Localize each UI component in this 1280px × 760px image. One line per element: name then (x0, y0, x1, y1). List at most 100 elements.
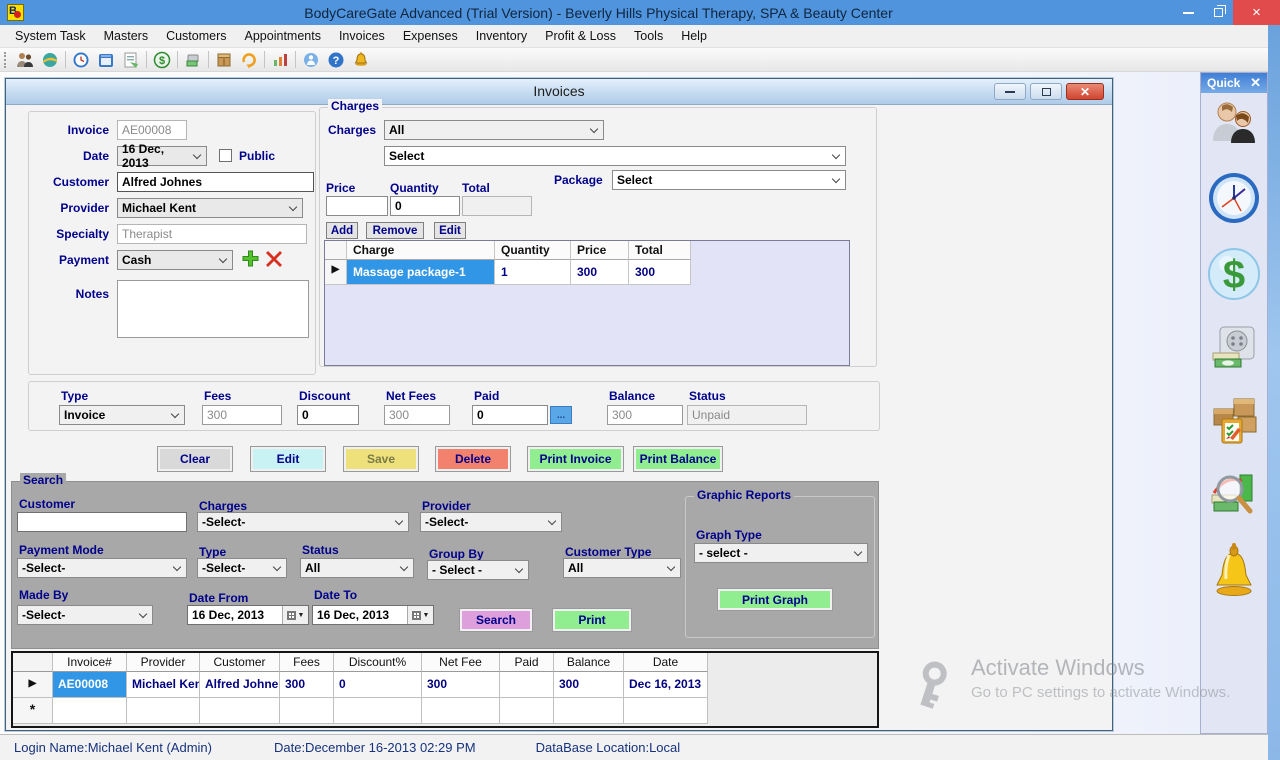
header-date[interactable]: Date (624, 653, 708, 672)
quick-panel-header[interactable]: Quick ✕ (1201, 73, 1267, 93)
header-discount[interactable]: Discount% (334, 653, 422, 672)
header-invoice[interactable]: Invoice# (53, 653, 127, 672)
reminder-bell-icon[interactable] (351, 50, 371, 70)
menu-item-expenses[interactable]: Expenses (394, 26, 467, 46)
menu-item-system-task[interactable]: System Task (6, 26, 95, 46)
masters-globe-icon[interactable] (40, 50, 60, 70)
inventory-boxes-icon[interactable] (1208, 393, 1260, 450)
print-balance-button[interactable]: Print Balance (634, 447, 722, 471)
menu-item-masters[interactable]: Masters (95, 26, 157, 46)
add-charge-button[interactable]: Add (326, 222, 358, 239)
header-provider[interactable]: Provider (127, 653, 200, 672)
print-invoice-button[interactable]: Print Invoice (528, 447, 623, 471)
customer-field[interactable] (117, 172, 314, 192)
refresh-arrow-icon[interactable] (239, 50, 259, 70)
charge-select-dropdown[interactable]: Select (384, 146, 846, 166)
header-balance[interactable]: Balance (554, 653, 624, 672)
cell-provider[interactable]: Michael Kent (127, 672, 200, 698)
group-by-dropdown[interactable]: - Select - (427, 560, 529, 580)
invoices-close-button[interactable]: ✕ (1066, 83, 1104, 100)
appointments-clock-icon[interactable] (71, 50, 91, 70)
invoice-number-field[interactable] (117, 120, 187, 140)
paid-more-button[interactable]: ... (550, 406, 572, 424)
window-restore-button[interactable] (1203, 0, 1233, 25)
tools-icon[interactable] (301, 50, 321, 70)
invoices-dollar-icon[interactable]: $ (1207, 247, 1261, 306)
quick-panel-close-icon[interactable]: ✕ (1250, 75, 1261, 91)
made-by-dropdown[interactable]: -Select- (17, 605, 153, 625)
results-grid-row[interactable]: ▶ AE00008 Michael Kent Alfred Johnes 300… (13, 672, 877, 698)
window-minimize-button[interactable] (1173, 0, 1203, 25)
customer-type-dropdown[interactable]: All (563, 558, 681, 578)
cell-quantity[interactable]: 1 (495, 260, 571, 285)
charges-grid-header-quantity[interactable]: Quantity (495, 241, 571, 260)
payment-mode-dropdown[interactable]: -Select- (17, 558, 187, 578)
cell-total[interactable]: 300 (629, 260, 691, 285)
calendar-icon[interactable] (96, 50, 116, 70)
charges-grid-header-charge[interactable]: Charge (347, 241, 495, 260)
cell-invoice[interactable]: AE00008 (53, 672, 127, 698)
total-field[interactable] (462, 196, 532, 216)
expenses-icon[interactable] (183, 50, 203, 70)
toolbar-grip-handle[interactable] (4, 52, 8, 68)
discount-field[interactable] (297, 405, 359, 425)
cell-paid[interactable] (500, 672, 554, 698)
help-icon[interactable]: ? (326, 50, 346, 70)
fees-field[interactable] (202, 405, 282, 425)
specialty-field[interactable] (117, 224, 307, 244)
menu-item-customers[interactable]: Customers (157, 26, 235, 46)
cell-discount[interactable]: 0 (334, 672, 422, 698)
edit-charge-button[interactable]: Edit (434, 222, 466, 239)
invoices-minimize-button[interactable] (994, 83, 1026, 100)
charges-grid-header-price[interactable]: Price (571, 241, 629, 260)
menu-item-appointments[interactable]: Appointments (236, 26, 330, 46)
save-button[interactable]: Save (344, 447, 418, 471)
menu-item-inventory[interactable]: Inventory (467, 26, 536, 46)
search-charges-dropdown[interactable]: -Select- (197, 512, 409, 532)
menu-item-tools[interactable]: Tools (625, 26, 672, 46)
header-paid[interactable]: Paid (500, 653, 554, 672)
invoices-maximize-button[interactable] (1030, 83, 1062, 100)
cell-balance[interactable]: 300 (554, 672, 624, 698)
charges-filter-dropdown[interactable]: All (384, 120, 604, 140)
notes-field[interactable] (117, 280, 309, 338)
header-customer[interactable]: Customer (200, 653, 280, 672)
net-fees-field[interactable] (384, 405, 450, 425)
appointments-clock-icon[interactable] (1207, 171, 1261, 230)
date-to-picker[interactable]: 16 Dec, 2013▼ (312, 605, 434, 625)
menu-item-help[interactable]: Help (672, 26, 716, 46)
delete-payment-icon[interactable] (265, 250, 283, 273)
header-fees[interactable]: Fees (280, 653, 334, 672)
payment-dropdown[interactable]: Cash (117, 250, 233, 270)
price-field[interactable] (326, 196, 388, 216)
calendar-button[interactable]: ▼ (407, 606, 433, 624)
search-button[interactable]: Search (460, 609, 532, 631)
customers-people-icon[interactable] (1209, 99, 1259, 154)
remove-charge-button[interactable]: Remove (366, 222, 424, 239)
charges-grid-row[interactable]: ▶ Massage package-1 1 300 300 (325, 260, 849, 285)
payments-dollar-icon[interactable]: $ (152, 50, 172, 70)
package-dropdown[interactable]: Select (612, 170, 846, 190)
print-graph-button[interactable]: Print Graph (718, 589, 832, 610)
search-customer-field[interactable] (17, 512, 187, 532)
invoices-window-titlebar[interactable]: Invoices ✕ (6, 79, 1112, 105)
reports-chart-icon[interactable] (270, 50, 290, 70)
expenses-safe-icon[interactable] (1210, 323, 1258, 376)
cell-date[interactable]: Dec 16, 2013 (624, 672, 708, 698)
reminder-bell-icon[interactable] (1209, 541, 1259, 602)
public-checkbox[interactable] (219, 149, 232, 162)
delete-button[interactable]: Delete (436, 447, 510, 471)
date-from-picker[interactable]: 16 Dec, 2013▼ (187, 605, 309, 625)
type-dropdown[interactable]: Invoice (59, 405, 185, 425)
add-payment-icon[interactable] (241, 249, 260, 273)
charges-grid-header-total[interactable]: Total (629, 241, 691, 260)
status-field[interactable] (687, 405, 807, 425)
customers-icon[interactable] (15, 50, 35, 70)
cell-fees[interactable]: 300 (280, 672, 334, 698)
cell-netfee[interactable]: 300 (422, 672, 500, 698)
cell-price[interactable]: 300 (571, 260, 629, 285)
provider-dropdown[interactable]: Michael Kent (117, 198, 303, 218)
search-status-dropdown[interactable]: All (300, 558, 414, 578)
print-button[interactable]: Print (553, 609, 631, 631)
quantity-field[interactable] (390, 196, 460, 216)
